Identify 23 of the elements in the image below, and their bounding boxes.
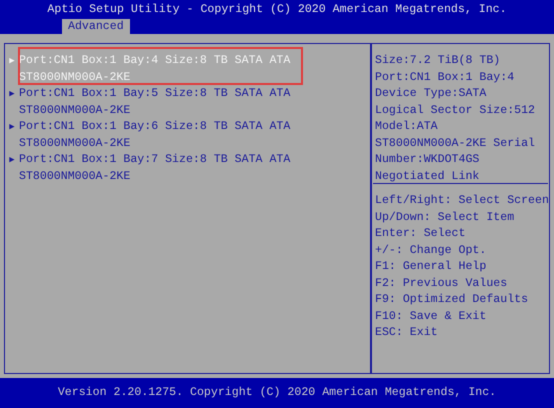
description-text: Number:WKDOT4GS: [375, 152, 480, 168]
key-help-text: F2: Previous Values: [375, 276, 508, 292]
key-help-text: Enter: Select: [375, 226, 466, 242]
description-text: Size:7.2 TiB(8 TB): [375, 53, 502, 69]
description-text: Device Type:SATA: [375, 86, 488, 102]
menu-item[interactable]: ▶ Port:CN1 Box:1 Bay:5 Size:8 TB SATA ATA ST8000NM000A-2KE: [5, 86, 370, 119]
key-help-text: +/-: Change Opt.: [375, 242, 488, 258]
tab[interactable]: Advanced: [62, 18, 130, 34]
key-help-text: F9: Optimized Defaults: [375, 292, 530, 308]
key-help-text: Left/Right: Select Screen: [375, 193, 549, 209]
key-help-text: Up/Down: Select Item: [375, 210, 516, 226]
description-text: ST8000NM000A-2KE Serial: [375, 136, 536, 152]
key-help-text: ESC: Exit: [375, 325, 439, 341]
window-title: Aptio Setup Utility - Copyright (C) 2020 American Megatrends, Inc.: [47, 2, 507, 18]
description-text: Port:CN1 Box:1 Bay:4: [375, 70, 516, 86]
key-help-text: F10: Save & Exit: [375, 308, 488, 324]
menu-item[interactable]: ▶ Port:CN1 Box:1 Bay:7 Size:8 TB SATA ATA ST8000NM000A-2KE: [5, 152, 370, 185]
key-help-text: F1: General Help: [375, 259, 488, 275]
description-text: Logical Sector Size:512: [375, 102, 536, 118]
description-text: Negotiated Link: [375, 168, 480, 184]
description-text: Model:ATA: [375, 119, 439, 135]
menu-item[interactable]: ▶ Port:CN1 Box:1 Bay:6 Size:8 TB SATA ATA ST8000NM000A-2KE: [5, 119, 370, 152]
version-text: Version 2.20.1275. Copyright (C) 2020 American Megatrends, Inc.: [58, 384, 496, 401]
